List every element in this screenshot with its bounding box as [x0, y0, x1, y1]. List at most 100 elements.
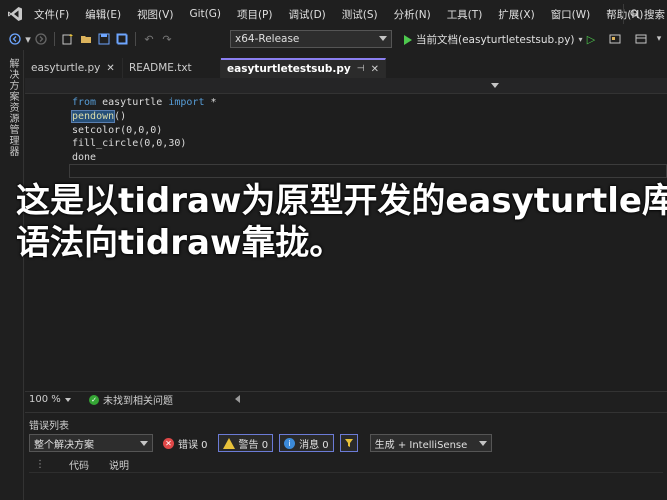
- caption-line: 语法向tidraw靠拢。: [16, 223, 344, 263]
- build-source-value: 生成 + IntelliSense: [374, 439, 468, 451]
- visual-studio-logo-icon[interactable]: [0, 0, 30, 28]
- editor-navigation-bar[interactable]: [25, 78, 667, 94]
- warnings-count: 警告 0: [238, 439, 269, 451]
- menu-tools[interactable]: 工具(T): [439, 7, 491, 22]
- funnel-icon: [344, 439, 353, 447]
- scope-value: 整个解决方案: [34, 439, 94, 451]
- configuration-select[interactable]: x64-Release: [230, 30, 392, 48]
- code-line: pendown(): [70, 109, 217, 124]
- scope-select[interactable]: 整个解决方案: [29, 434, 153, 452]
- error-list-toolbar: 整个解决方案 ✕ 错误 0 警告 0 i 消息 0 生成 + IntelliSe…: [29, 433, 492, 453]
- dropdown-arrow-icon[interactable]: ▾: [24, 30, 32, 48]
- new-project-icon[interactable]: [59, 30, 77, 48]
- menu-analyze[interactable]: 分析(N): [386, 7, 439, 22]
- editor-status-bar: 100 % ✓ 未找到相关问题: [25, 391, 667, 407]
- zoom-select[interactable]: 100 %: [25, 394, 75, 405]
- error-icon: ✕: [163, 437, 174, 449]
- messages-filter-button[interactable]: i 消息 0: [279, 434, 334, 452]
- call-parens: (): [114, 110, 127, 122]
- toolbar-separator: [54, 32, 55, 46]
- undo-icon[interactable]: ↶: [140, 30, 158, 48]
- search-box[interactable]: 搜索: [623, 4, 667, 24]
- errors-filter-button[interactable]: ✕ 错误 0: [159, 434, 212, 452]
- code-line: setcolor(0,0,0): [72, 124, 163, 136]
- menu-view[interactable]: 视图(V): [129, 7, 181, 22]
- check-icon: ✓: [89, 394, 99, 405]
- tab-label: README.txt: [129, 62, 192, 74]
- tab-easyturtletestsub-py[interactable]: easyturtletestsub.py ⊣ ✕: [221, 58, 386, 78]
- window-layout-icon[interactable]: [632, 30, 650, 48]
- code-line: done: [72, 152, 97, 164]
- current-line-highlight: [69, 164, 667, 178]
- code-line: from easyturtle import *: [72, 96, 217, 110]
- chevron-down-icon: [64, 397, 71, 402]
- function-call: pendown: [70, 109, 116, 123]
- toolbar: ▾ ↶ ↷ x64-Release 当前文档(easyturtletestsub…: [0, 28, 667, 50]
- back-icon[interactable]: [6, 30, 24, 48]
- menu-extensions[interactable]: 扩展(X): [490, 7, 542, 22]
- build-source-select[interactable]: 生成 + IntelliSense: [369, 434, 492, 452]
- code-text[interactable]: from easyturtle import * pendown() setco…: [70, 96, 217, 165]
- chevron-down-icon: [478, 441, 487, 446]
- close-icon[interactable]: ✕: [106, 63, 114, 74]
- side-tool-strip: 解决方案资源管理器: [0, 50, 24, 500]
- column-severity[interactable]: ⋮: [29, 459, 69, 470]
- keyword-from: from: [72, 97, 97, 108]
- module-name: easyturtle: [96, 97, 169, 108]
- menu-file[interactable]: 文件(F): [30, 7, 77, 22]
- video-caption: 这是以tidraw为原型开发的easyturtle库， 语法向tidraw靠拢。: [16, 180, 667, 264]
- issues-label: 未找到相关问题: [103, 396, 173, 407]
- tab-label: easyturtletestsub.py: [227, 63, 351, 75]
- caption-line: 这是以tidraw为原型开发的easyturtle库，: [16, 181, 667, 221]
- open-folder-icon[interactable]: [77, 30, 95, 48]
- info-icon: i: [284, 437, 296, 449]
- run-button[interactable]: 当前文档(easyturtletestsub.py) ▾: [404, 31, 583, 48]
- code-line: fill_circle(0,0,30): [72, 138, 187, 150]
- close-icon[interactable]: ✕: [371, 64, 379, 75]
- run-without-debug-icon[interactable]: ▷: [582, 30, 600, 48]
- warning-icon: [222, 437, 235, 449]
- run-target-label: 当前文档(easyturtletestsub.py): [416, 34, 575, 46]
- toolbar-extra-icon[interactable]: [606, 30, 624, 48]
- keyword-import: import: [168, 97, 205, 108]
- menu-debug[interactable]: 调试(D): [280, 7, 333, 22]
- search-label: 搜索: [644, 8, 665, 21]
- redo-icon[interactable]: ↷: [158, 30, 176, 48]
- tab-easyturtle-py[interactable]: easyturtle.py ✕: [25, 58, 123, 78]
- menu-window[interactable]: 窗口(W): [543, 7, 599, 22]
- play-icon: [404, 34, 412, 45]
- import-star: *: [204, 97, 217, 108]
- messages-count: 消息 0: [299, 439, 329, 451]
- issues-indicator[interactable]: ✓ 未找到相关问题: [89, 392, 173, 407]
- menu-git[interactable]: Git(G): [181, 8, 229, 20]
- menu-edit[interactable]: 编辑(E): [77, 7, 129, 22]
- column-description[interactable]: 说明: [109, 457, 129, 472]
- forward-icon[interactable]: [32, 30, 50, 48]
- error-list-panel: 错误列表 整个解决方案 ✕ 错误 0 警告 0 i 消息 0 生成 + Inte…: [25, 412, 667, 500]
- menu-bar: 文件(F) 编辑(E) 视图(V) Git(G) 项目(P) 调试(D) 测试(…: [0, 0, 667, 28]
- document-tabs: easyturtle.py ✕ README.txt easyturtletes…: [25, 58, 667, 78]
- chevron-down-icon: [379, 36, 387, 41]
- tab-readme-txt[interactable]: README.txt: [123, 58, 221, 78]
- configuration-value: x64-Release: [235, 33, 300, 45]
- search-icon: [630, 9, 640, 19]
- overflow-icon[interactable]: ▾: [650, 30, 667, 48]
- filter-button[interactable]: [339, 434, 358, 452]
- pin-icon[interactable]: ⊣: [357, 64, 365, 74]
- chevron-down-icon[interactable]: [491, 83, 499, 88]
- toolbar-separator: [135, 32, 136, 46]
- save-icon[interactable]: [95, 30, 113, 48]
- chevron-down-icon: [140, 441, 148, 446]
- save-all-icon[interactable]: [113, 30, 131, 48]
- column-code[interactable]: 代码: [69, 457, 109, 472]
- solution-explorer-tab[interactable]: 解决方案资源管理器: [4, 58, 20, 157]
- error-list-header: ⋮ 代码 说明: [29, 457, 663, 473]
- zoom-value: 100 %: [29, 394, 61, 405]
- menu-project[interactable]: 项目(P): [229, 7, 281, 22]
- warnings-filter-button[interactable]: 警告 0: [217, 434, 274, 452]
- menu-test[interactable]: 测试(S): [334, 7, 386, 22]
- panel-title: 错误列表: [29, 421, 69, 432]
- errors-count: 错误 0: [178, 439, 208, 451]
- tab-label: easyturtle.py: [31, 62, 101, 74]
- scroll-left-icon[interactable]: [235, 395, 240, 403]
